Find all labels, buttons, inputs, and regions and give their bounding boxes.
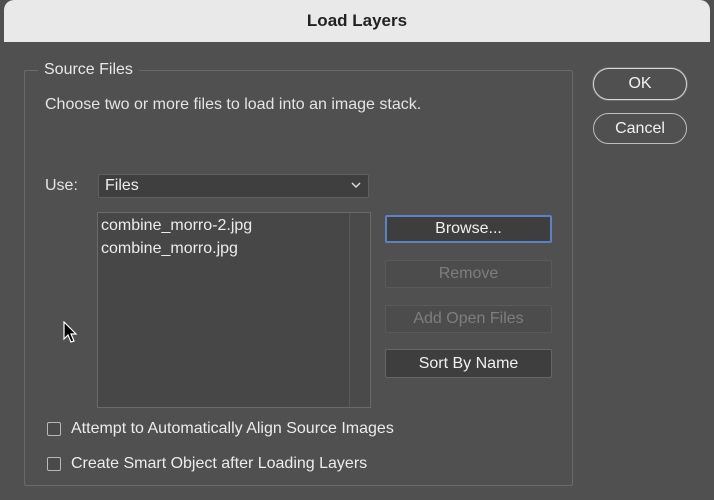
use-label: Use: bbox=[45, 177, 78, 194]
mouse-pointer-icon bbox=[63, 321, 78, 343]
source-files-group-label: Source Files bbox=[38, 61, 139, 79]
file-list[interactable]: combine_morro-2.jpg combine_morro.jpg bbox=[97, 212, 371, 408]
remove-button[interactable]: Remove bbox=[385, 260, 552, 288]
instruction-text: Choose two or more files to load into an… bbox=[45, 96, 422, 113]
add-open-files-button[interactable]: Add Open Files bbox=[385, 305, 552, 333]
align-checkbox[interactable] bbox=[47, 422, 61, 436]
dialog-title: Load Layers bbox=[306, 11, 408, 30]
chevron-down-icon bbox=[351, 182, 361, 189]
smart-object-option[interactable]: Create Smart Object after Loading Layers bbox=[47, 455, 367, 473]
smart-object-checkbox-label[interactable]: Create Smart Object after Loading Layers bbox=[71, 455, 367, 473]
smart-object-checkbox[interactable] bbox=[47, 457, 61, 471]
file-list-scrollbar[interactable] bbox=[349, 213, 370, 407]
align-checkbox-label[interactable]: Attempt to Automatically Align Source Im… bbox=[71, 420, 394, 438]
align-option[interactable]: Attempt to Automatically Align Source Im… bbox=[47, 420, 394, 438]
browse-button[interactable]: Browse... bbox=[385, 215, 552, 243]
list-item[interactable]: combine_morro-2.jpg bbox=[101, 217, 252, 235]
cancel-button[interactable]: Cancel bbox=[593, 113, 687, 144]
title-bar[interactable]: Load Layers bbox=[4, 0, 710, 42]
sort-by-name-button[interactable]: Sort By Name bbox=[385, 349, 552, 378]
load-layers-dialog: Load Layers Source Files Choose two or m… bbox=[0, 0, 714, 500]
use-select-value: Files bbox=[105, 177, 139, 194]
list-item[interactable]: combine_morro.jpg bbox=[101, 240, 238, 258]
ok-button[interactable]: OK bbox=[593, 68, 687, 100]
use-select[interactable]: Files bbox=[98, 174, 369, 198]
